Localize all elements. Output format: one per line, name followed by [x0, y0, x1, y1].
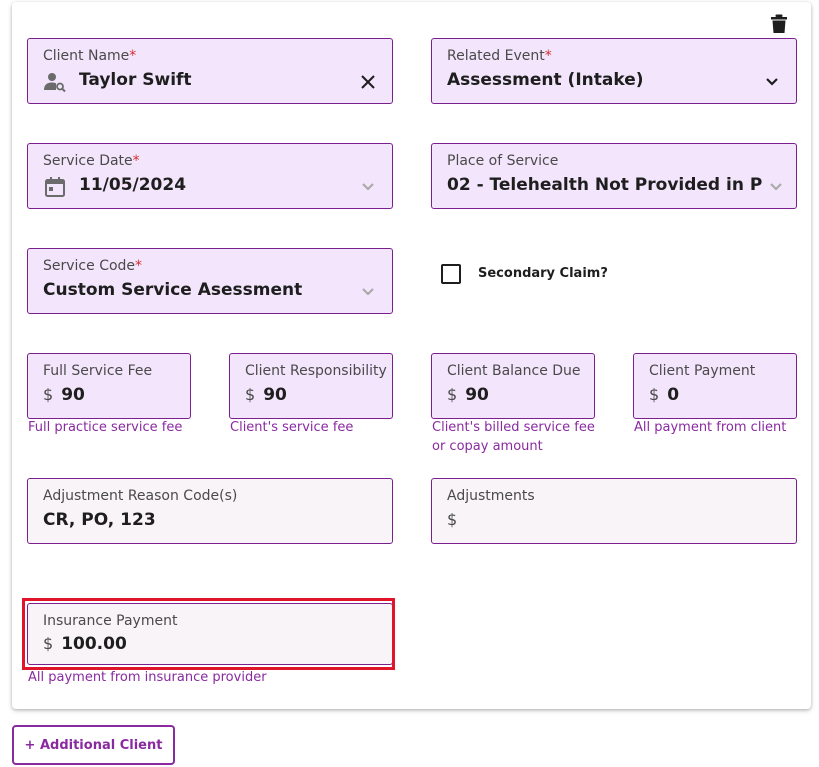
client-balance-due-field[interactable]: Client Balance Due $90 [431, 353, 595, 419]
related-event-select[interactable]: Related Event* Assessment (Intake) [431, 38, 797, 104]
client-name-label: Client Name* [43, 48, 137, 64]
related-event-value: Assessment (Intake) [447, 70, 644, 90]
currency-prefix: $ [649, 385, 660, 404]
full-service-fee-label: Full Service Fee [43, 363, 153, 379]
full-service-fee-helper: Full practice service fee [28, 420, 183, 435]
client-payment-helper: All payment from client [634, 420, 787, 435]
insurance-payment-highlight [22, 598, 395, 670]
chevron-down-icon[interactable] [766, 177, 786, 197]
adjustment-reason-codes-field[interactable]: Adjustment Reason Code(s) CR, PO, 123 [27, 478, 393, 544]
currency-prefix: $ [245, 385, 256, 404]
client-payment-value: $0 [649, 385, 680, 405]
client-balance-due-helper: Client's billed service fee or copay amo… [432, 420, 595, 454]
service-code-select[interactable]: Service Code* Custom Service Asessment [27, 248, 393, 314]
service-code-label: Service Code* [43, 258, 143, 274]
currency-prefix: $ [447, 510, 458, 529]
service-code-value: Custom Service Asessment [43, 280, 303, 300]
adjustment-reason-codes-label: Adjustment Reason Code(s) [43, 488, 238, 504]
person-search-icon [44, 73, 66, 93]
chevron-down-icon[interactable] [358, 282, 378, 302]
client-responsibility-field[interactable]: Client Responsibility $90 [229, 353, 393, 419]
client-payment-label: Client Payment [649, 363, 756, 379]
currency-prefix: $ [43, 385, 54, 404]
client-balance-due-value: $90 [447, 385, 489, 405]
chevron-down-icon[interactable] [762, 72, 782, 92]
adjustment-reason-codes-value: CR, PO, 123 [43, 510, 156, 530]
client-responsibility-helper: Client's service fee [230, 420, 354, 435]
close-icon[interactable] [358, 72, 378, 92]
chevron-down-icon[interactable] [358, 177, 378, 197]
service-date-label: Service Date* [43, 153, 140, 169]
client-responsibility-label: Client Responsibility [245, 363, 387, 379]
secondary-claim-checkbox[interactable] [441, 264, 461, 284]
calendar-icon[interactable] [43, 175, 67, 199]
trash-icon[interactable] [770, 14, 788, 34]
add-additional-client-button[interactable]: + Additional Client [12, 725, 175, 765]
currency-prefix: $ [447, 385, 458, 404]
service-date-value: 11/05/2024 [79, 175, 187, 195]
adjustments-label: Adjustments [447, 488, 535, 504]
client-name-value: Taylor Swift [79, 70, 192, 90]
adjustments-field[interactable]: Adjustments $ [431, 478, 797, 544]
client-name-field[interactable]: Client Name* Taylor Swift [27, 38, 393, 104]
service-date-field[interactable]: Service Date* 11/05/2024 [27, 143, 393, 209]
client-balance-due-label: Client Balance Due [447, 363, 581, 379]
client-service-card: Client Name* Taylor Swift Related Event*… [12, 2, 811, 709]
place-of-service-select[interactable]: Place of Service 02 - Telehealth Not Pro… [431, 143, 797, 209]
full-service-fee-value: $90 [43, 385, 85, 405]
insurance-payment-helper: All payment from insurance provider [28, 670, 267, 685]
related-event-label: Related Event* [447, 48, 552, 64]
place-of-service-label: Place of Service [447, 153, 559, 169]
place-of-service-value: 02 - Telehealth Not Provided in Patien [447, 175, 762, 195]
client-payment-field[interactable]: Client Payment $0 [633, 353, 797, 419]
adjustments-value: $ [447, 510, 465, 530]
client-responsibility-value: $90 [245, 385, 287, 405]
secondary-claim-label: Secondary Claim? [478, 266, 608, 281]
full-service-fee-field[interactable]: Full Service Fee $90 [27, 353, 191, 419]
